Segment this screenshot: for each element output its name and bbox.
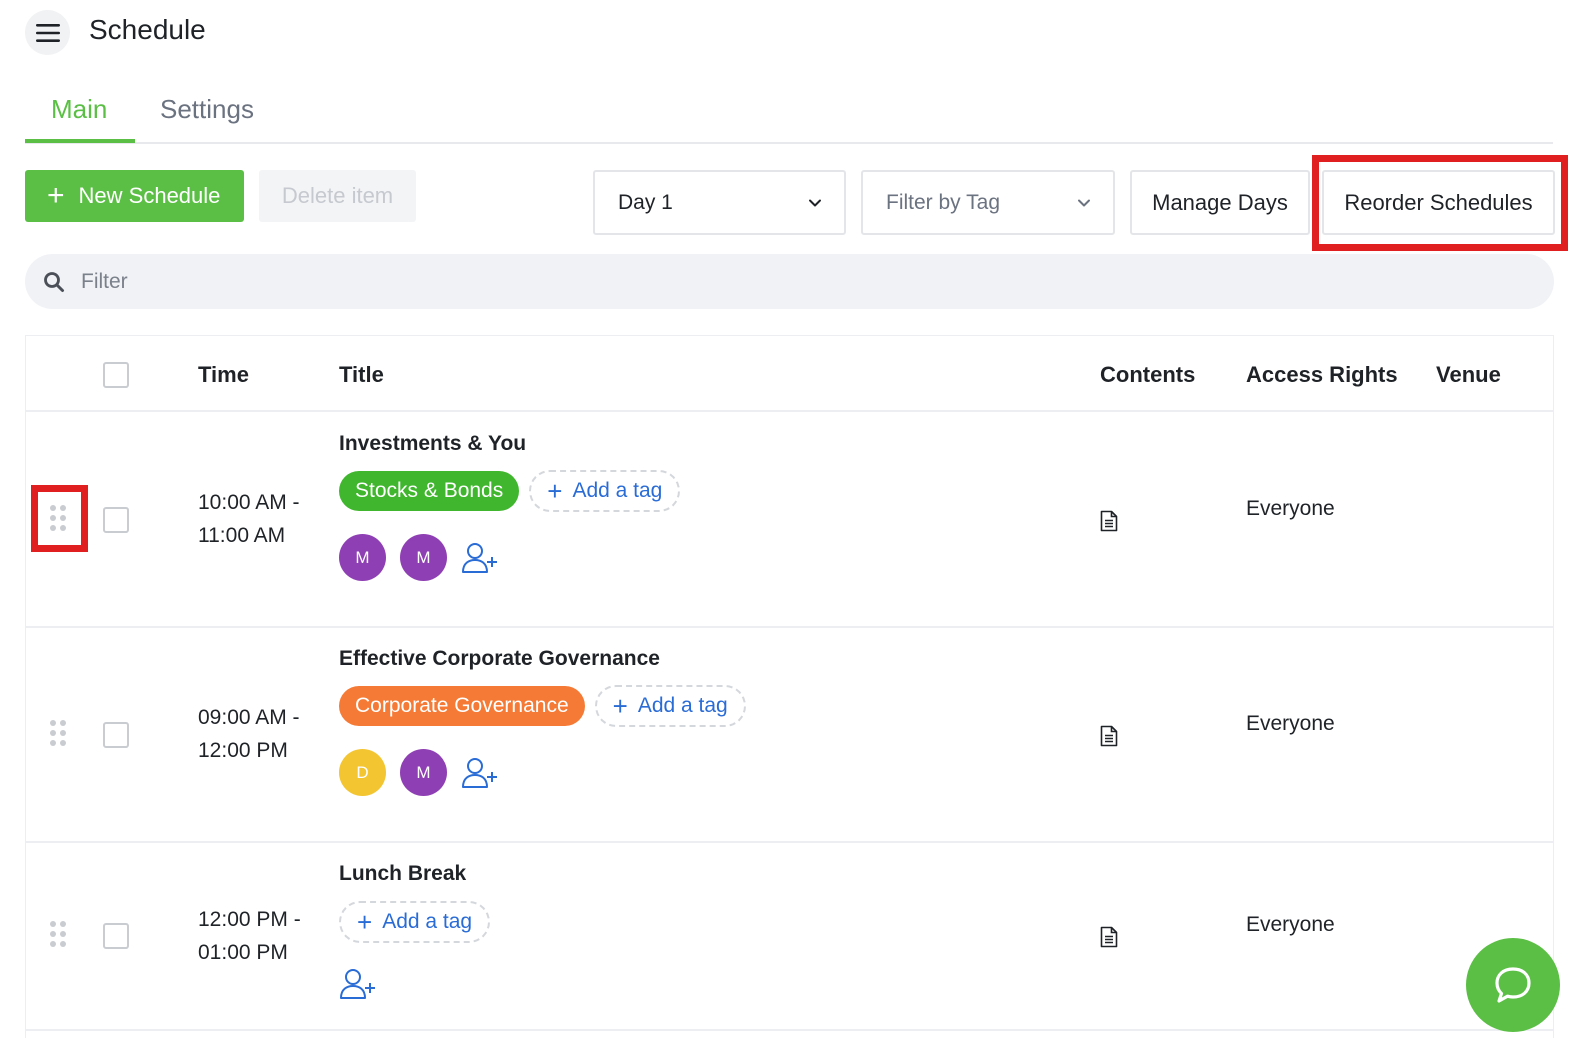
column-header-venue: Venue	[1436, 362, 1501, 387]
tag-chip[interactable]: Corporate Governance	[339, 686, 585, 726]
plus-icon: +	[357, 907, 373, 937]
drag-handle-highlight-box	[31, 485, 88, 552]
time-end: 01:00 PM	[198, 941, 288, 964]
row-checkbox[interactable]	[103, 722, 129, 748]
access-rights-value: Everyone	[1246, 913, 1335, 936]
tag-filter-placeholder: Filter by Tag	[886, 190, 1000, 214]
chevron-down-icon	[1078, 199, 1090, 207]
drag-handle-icon[interactable]	[50, 921, 68, 949]
add-user-icon[interactable]	[339, 967, 379, 1001]
time-end: 12:00 PM	[198, 739, 288, 762]
column-header-title: Title	[339, 362, 384, 387]
access-rights-value: Everyone	[1246, 497, 1335, 520]
chevron-down-icon	[809, 199, 821, 207]
tag-filter-select[interactable]: Filter by Tag	[861, 170, 1115, 235]
time-start: 09:00 AM -	[198, 706, 300, 729]
manage-days-button[interactable]: Manage Days	[1130, 170, 1310, 235]
column-header-contents: Contents	[1100, 362, 1196, 387]
row-time: 09:00 AM - 12:00 PM	[198, 701, 300, 767]
tab-main[interactable]: Main	[51, 94, 107, 125]
plus-icon: +	[612, 691, 628, 721]
plus-icon: +	[547, 476, 563, 506]
search-input[interactable]	[81, 269, 1481, 294]
add-tag-label: Add a tag	[382, 910, 473, 933]
row-title: Investments & You	[339, 432, 527, 455]
tabs-divider	[25, 142, 1553, 144]
chat-support-button[interactable]	[1466, 938, 1560, 1032]
avatar[interactable]: D	[339, 749, 386, 796]
table-header: Time Title Contents Access Rights Venue	[26, 336, 1553, 412]
add-tag-button[interactable]: + Add a tag	[594, 685, 746, 727]
row-checkbox[interactable]	[103, 507, 129, 533]
assignee-list: M M	[339, 534, 501, 581]
column-header-access-rights: Access Rights	[1246, 362, 1398, 387]
delete-item-button[interactable]: Delete item	[259, 170, 416, 222]
active-tab-indicator	[25, 139, 135, 143]
drag-handle-icon[interactable]	[50, 720, 68, 748]
tag-list: + Add a tag	[339, 901, 491, 943]
page-title: Schedule	[89, 14, 206, 45]
row-time: 12:00 PM - 01:00 PM	[198, 903, 301, 969]
assignee-list: D M	[339, 749, 501, 796]
tab-settings[interactable]: Settings	[160, 94, 254, 125]
avatar[interactable]: M	[400, 749, 447, 796]
row-title: Lunch Break	[339, 862, 467, 885]
add-tag-button[interactable]: + Add a tag	[529, 470, 681, 512]
select-all-checkbox[interactable]	[103, 362, 129, 388]
time-start: 10:00 AM -	[198, 491, 300, 514]
add-user-icon[interactable]	[461, 756, 501, 790]
document-icon[interactable]	[1100, 510, 1118, 537]
menu-button[interactable]	[25, 10, 70, 55]
tag-chip[interactable]: Stocks & Bonds	[339, 471, 520, 511]
table-row[interactable]: 10:00 AM - 11:00 AM Investments & You St…	[26, 413, 1553, 628]
table-row[interactable]: 12:00 PM - 01:00 PM Lunch Break + Add a …	[26, 843, 1553, 1031]
time-start: 12:00 PM -	[198, 908, 301, 931]
time-end: 11:00 AM	[198, 524, 286, 547]
document-icon[interactable]	[1100, 725, 1118, 752]
add-tag-button[interactable]: + Add a tag	[339, 901, 491, 943]
search-icon	[44, 271, 64, 292]
new-schedule-label: New Schedule	[78, 183, 221, 208]
access-rights-value: Everyone	[1246, 712, 1335, 735]
column-header-time: Time	[198, 362, 249, 387]
reorder-highlight-box	[1312, 155, 1568, 251]
day-select[interactable]: Day 1	[593, 170, 846, 235]
schedule-table: Time Title Contents Access Rights Venue …	[25, 335, 1554, 1038]
row-checkbox[interactable]	[103, 923, 129, 949]
table-row[interactable]: 09:00 AM - 12:00 PM Effective Corporate …	[26, 628, 1553, 843]
tag-list: Corporate Governance + Add a tag	[339, 685, 746, 727]
hamburger-menu-icon	[35, 23, 60, 42]
add-tag-label: Add a tag	[637, 694, 728, 717]
assignee-list	[339, 967, 379, 1001]
filter-search-bar	[25, 254, 1554, 309]
plus-icon: +	[47, 179, 65, 212]
avatar[interactable]: M	[339, 534, 386, 581]
row-time: 10:00 AM - 11:00 AM	[198, 486, 300, 552]
avatar[interactable]: M	[400, 534, 447, 581]
tag-list: Stocks & Bonds + Add a tag	[339, 470, 681, 512]
new-schedule-button[interactable]: + New Schedule	[25, 170, 244, 222]
row-title: Effective Corporate Governance	[339, 647, 660, 670]
day-select-value: Day 1	[618, 190, 673, 214]
add-tag-label: Add a tag	[572, 479, 663, 502]
chat-bubble-icon	[1495, 967, 1531, 1003]
document-icon[interactable]	[1100, 926, 1118, 953]
add-user-icon[interactable]	[461, 541, 501, 575]
